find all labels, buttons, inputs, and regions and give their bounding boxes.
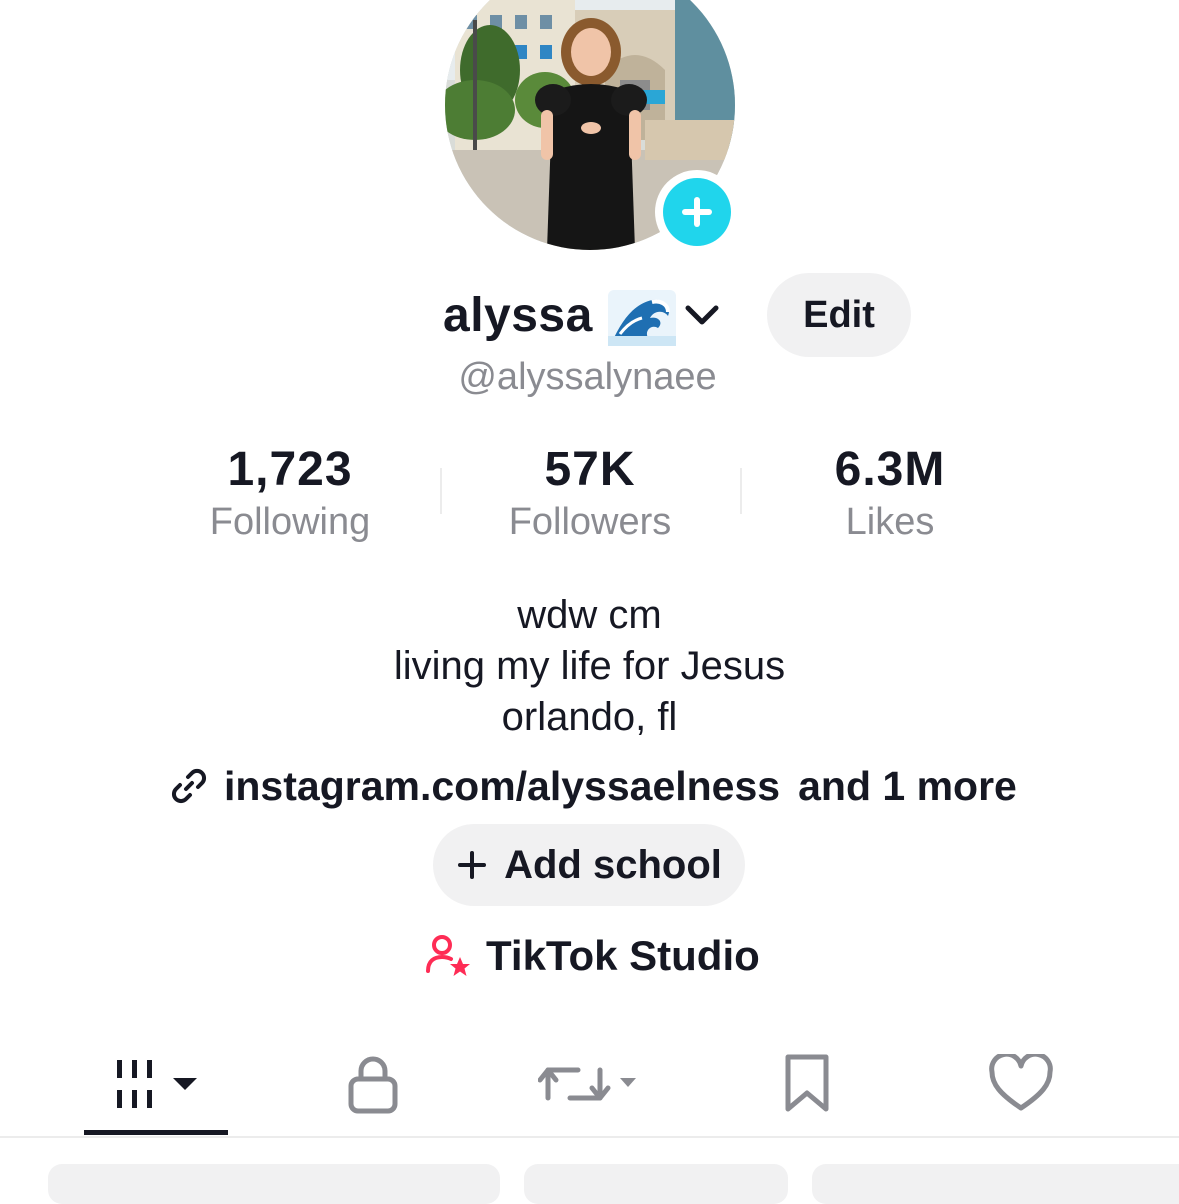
tab-reposts[interactable] (528, 1036, 648, 1132)
bookmark-icon (785, 1054, 829, 1112)
studio-label: TikTok Studio (486, 932, 760, 979)
lock-icon (348, 1056, 398, 1114)
stat-likes[interactable]: 6.3M Likes (740, 440, 1040, 544)
add-school-label: Add school (504, 842, 722, 887)
add-school-button[interactable]: Add school (433, 824, 745, 906)
tab-favorites[interactable] (752, 1036, 862, 1132)
profile-avatar-container[interactable] (445, 0, 739, 254)
profile-links[interactable]: instagram.com/alyssaelness and 1 more (168, 758, 1017, 814)
tab-liked[interactable] (966, 1036, 1076, 1132)
add-avatar-button[interactable] (655, 170, 739, 254)
wave-emoji-icon (608, 290, 676, 346)
active-tab-indicator (84, 1130, 228, 1135)
profile-bio: wdw cm living my life for Jesus orlando,… (0, 590, 1179, 743)
stat-label: Followers (508, 501, 672, 543)
stat-value: 1,723 (227, 443, 353, 496)
handle-text: @alyssalynaee (458, 356, 717, 398)
tab-private[interactable] (318, 1036, 428, 1132)
stat-value: 57K (544, 443, 636, 496)
tab-videos[interactable] (84, 1036, 228, 1132)
edit-profile-button[interactable]: Edit (767, 273, 911, 357)
bio-line: orlando, fl (501, 695, 678, 739)
stat-following[interactable]: 1,723 Following (140, 440, 440, 544)
plus-icon (663, 178, 731, 246)
more-links[interactable]: and 1 more (798, 763, 1017, 810)
creator-star-icon (426, 935, 470, 976)
link-icon (171, 768, 207, 804)
account-switcher-chevron-icon[interactable] (682, 298, 722, 334)
profile-handle: @alyssalynaee (0, 356, 1179, 399)
plus-icon (458, 851, 487, 879)
profile-name-row: alyssa Edit (0, 270, 1179, 360)
repost-icon (538, 1067, 636, 1101)
bio-line: living my life for Jesus (393, 644, 786, 688)
profile-tabs (0, 1036, 1179, 1138)
heart-icon (989, 1054, 1053, 1111)
stat-value: 6.3M (834, 443, 946, 496)
video-thumbnail[interactable] (812, 1164, 1179, 1204)
stat-label: Following (209, 501, 371, 543)
tiktok-studio-link[interactable]: TikTok Studio (424, 928, 760, 984)
profile-stats: 1,723 Following 57K Followers 6.3M Likes (140, 440, 1040, 550)
video-thumbnail[interactable] (524, 1164, 788, 1204)
primary-link[interactable]: instagram.com/alyssaelness (224, 763, 780, 810)
bio-line: wdw cm (517, 593, 662, 637)
videos-grid-icon (117, 1060, 197, 1108)
profile-name[interactable]: alyssa (443, 288, 593, 343)
stat-followers[interactable]: 57K Followers (440, 440, 740, 544)
video-thumbnail[interactable] (48, 1164, 500, 1204)
stat-label: Likes (845, 501, 935, 543)
